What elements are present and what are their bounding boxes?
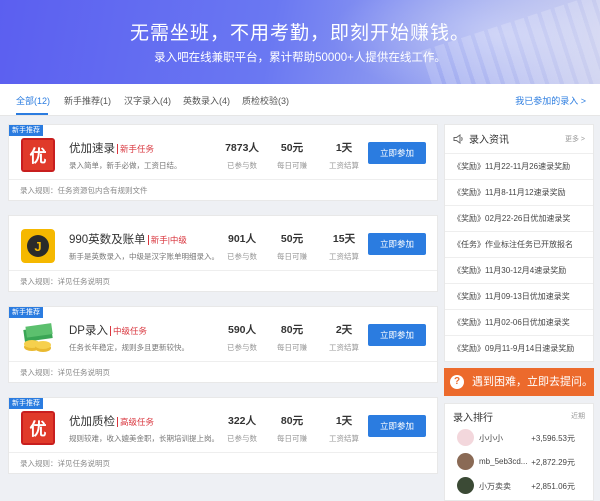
ask-question-label: 遇到困难，立即去提问。	[472, 376, 593, 388]
svg-text:优: 优	[30, 146, 47, 166]
participants-stat: 322人 已参与数	[227, 415, 257, 443]
task-card: J 990英数及账单 新手|中级 新手是英数录入，中级是汉字账单明细录入。 901…	[8, 215, 438, 292]
ranking-user-name: mb_5eb3cd...	[479, 457, 528, 466]
newbie-badge: 新手推荐	[9, 398, 43, 409]
entry-rules: 录入规则：详见任务说明页	[9, 270, 437, 292]
entry-rules: 录入规则：详见任务说明页	[9, 452, 437, 474]
ranking-row: 小小小 +3,596.53元	[445, 426, 593, 450]
ask-question-banner[interactable]: ? 遇到困难，立即去提问。	[444, 368, 594, 396]
task-card: 新手推荐 优 优加速录 新手任务 录入简单，新手必做，工资日结。 7873人 已参与…	[8, 124, 438, 201]
news-item[interactable]: 《奖励》02月22-26日优加速录奖	[445, 205, 593, 231]
task-category-tabs: 全部(12) 新手推荐(1) 汉字录入(4) 英数录入(4) 质检校验(3) 我…	[0, 84, 600, 116]
daily-earnings-stat: 50元 每日可赚	[277, 233, 307, 261]
participants-stat: 901人 已参与数	[227, 233, 257, 261]
entry-rules: 录入规则：任务资源包内含有规则文件	[9, 179, 437, 201]
news-list: 《奖励》11月22-11月26速录奖励 《奖励》11月8-11月12速录奖励 《…	[445, 153, 593, 361]
task-card: 新手推荐 DP录入 中级任务 任务长年稳定，规则多且更新较快。 590人 已参与数 …	[8, 306, 438, 383]
banner-subtitle: 录入吧在线兼职平台，累计帮助50000+人提供在线工作。	[154, 52, 446, 64]
news-title: 录入资讯	[469, 135, 509, 146]
task-description: 新手是英数录入，中级是汉字账单明细录入。	[69, 252, 219, 261]
news-panel: 录入资讯 更多 > 《奖励》11月22-11月26速录奖励 《奖励》11月8-1…	[444, 124, 594, 362]
task-name: DP录入 中级任务	[69, 325, 147, 337]
participants-stat: 590人 已参与数	[227, 324, 257, 352]
settlement-stat: 2天 工资结算	[329, 324, 359, 352]
avatar	[457, 429, 474, 446]
daily-earnings-stat: 80元 每日可赚	[277, 415, 307, 443]
daily-earnings-stat: 80元 每日可赚	[277, 324, 307, 352]
avatar	[457, 477, 474, 494]
tab-all[interactable]: 全部(12)	[16, 94, 50, 107]
task-name: 优加质检 高级任务	[69, 416, 155, 428]
youjia-logo-icon: 优	[21, 138, 55, 172]
newbie-badge: 新手推荐	[9, 307, 43, 318]
money-coins-icon	[21, 320, 55, 354]
news-item[interactable]: 《任务》作业标注任务已开放报名	[445, 231, 593, 257]
news-item[interactable]: 《奖励》11月22-11月26速录奖励	[445, 153, 593, 179]
news-item[interactable]: 《奖励》09月11-9月14日速录奖励	[445, 335, 593, 361]
news-item[interactable]: 《奖励》11月09-13日优加速录奖	[445, 283, 593, 309]
avatar	[457, 453, 474, 470]
news-more-link[interactable]: 更多 >	[565, 134, 585, 144]
daily-earnings-stat: 50元 每日可赚	[277, 142, 307, 170]
join-button[interactable]: 立即参加	[368, 415, 426, 437]
join-button[interactable]: 立即参加	[368, 324, 426, 346]
question-icon: ?	[450, 375, 464, 389]
task-level-tag: 中级任务	[109, 326, 147, 336]
hero-banner: 无需坐班，不用考勤，即刻开始赚钱。 录入吧在线兼职平台，累计帮助50000+人提…	[0, 0, 600, 84]
ranking-panel: 录入排行 近期 小小小 +3,596.53元 mb_5eb3cd... +2,8…	[444, 403, 594, 501]
task-description: 录入简单，新手必做，工资日结。	[69, 161, 182, 170]
990-logo-icon: J	[21, 229, 55, 263]
task-level-tag: 新手任务	[117, 144, 155, 154]
settlement-stat: 1天 工资结算	[329, 415, 359, 443]
ranking-user-name: 小万卖卖	[479, 482, 511, 491]
news-item[interactable]: 《奖励》11月02-06日优加速录奖	[445, 309, 593, 335]
speaker-icon	[453, 134, 463, 144]
news-item[interactable]: 《奖励》11月8-11月12速录奖励	[445, 179, 593, 205]
task-description: 规则较难，收入媲美金职，长期培训提上岗。	[69, 434, 219, 443]
svg-text:J: J	[34, 239, 41, 254]
task-description: 任务长年稳定，规则多且更新较快。	[69, 343, 189, 352]
ranking-amount: +2,872.29元	[531, 458, 575, 467]
ranking-amount: +2,851.06元	[531, 482, 575, 491]
ranking-user-name: 小小小	[479, 434, 503, 443]
task-name: 990英数及账单 新手|中级	[69, 234, 187, 246]
svg-text:优: 优	[30, 419, 47, 439]
banner-title: 无需坐班，不用考勤，即刻开始赚钱。	[129, 23, 470, 44]
join-button[interactable]: 立即参加	[368, 233, 426, 255]
news-item[interactable]: 《奖励》11月30-12月4速录奖励	[445, 257, 593, 283]
ranking-row: mb_5eb3cd... +2,872.29元	[445, 450, 593, 474]
tab-english-number-entry[interactable]: 英数录入(4)	[183, 94, 230, 107]
entry-rules: 录入规则：详见任务说明页	[9, 361, 437, 383]
active-tab-indicator	[16, 113, 48, 115]
ranking-period-link[interactable]: 近期	[571, 411, 585, 421]
task-level-tag: 高级任务	[117, 417, 155, 427]
ranking-row: 小万卖卖 +2,851.06元	[445, 474, 593, 498]
youjia-logo-icon: 优	[21, 411, 55, 445]
settlement-stat: 1天 工资结算	[329, 142, 359, 170]
news-header: 录入资讯	[453, 131, 509, 146]
ranking-amount: +3,596.53元	[531, 434, 575, 443]
my-joined-tasks-link[interactable]: 我已参加的录入 >	[515, 94, 586, 107]
tab-quality-check[interactable]: 质检校验(3)	[242, 94, 289, 107]
task-level-tag: 新手|中级	[147, 235, 187, 245]
task-name: 优加速录 新手任务	[69, 143, 155, 155]
newbie-badge: 新手推荐	[9, 125, 43, 136]
settlement-stat: 15天 工资结算	[329, 233, 359, 261]
participants-stat: 7873人 已参与数	[225, 142, 259, 170]
tab-chinese-entry[interactable]: 汉字录入(4)	[124, 94, 171, 107]
join-button[interactable]: 立即参加	[368, 142, 426, 164]
task-card: 新手推荐 优 优加质检 高级任务 规则较难，收入媲美金职，长期培训提上岗。 322…	[8, 397, 438, 474]
tab-newbie[interactable]: 新手推荐(1)	[64, 94, 111, 107]
ranking-title: 录入排行	[453, 413, 493, 424]
